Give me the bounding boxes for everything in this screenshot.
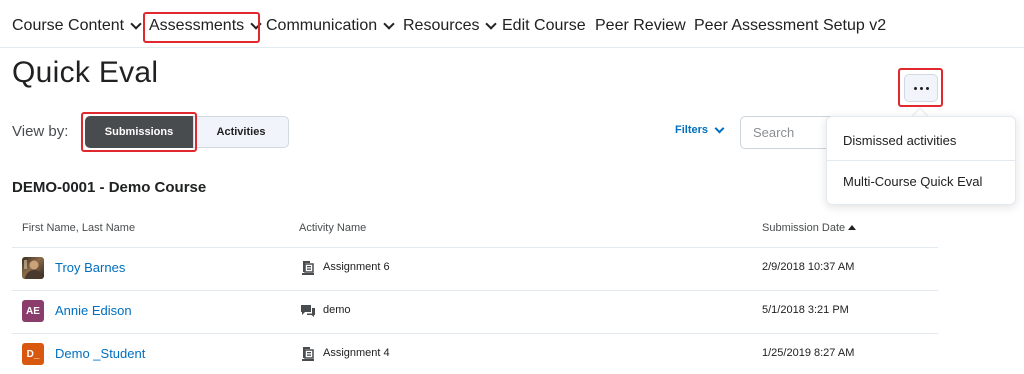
search-input[interactable] <box>740 116 840 149</box>
column-header-label: Submission Date <box>762 222 846 234</box>
submissions-highlight <box>81 112 197 152</box>
filters-button[interactable]: Filters <box>675 123 725 136</box>
avatar: AE <box>22 300 44 322</box>
chevron-down-icon <box>714 123 725 133</box>
activity-name: Assignment 6 <box>323 261 390 273</box>
nav-edit-course[interactable]: Edit Course <box>502 14 586 38</box>
view-by-label: View by: <box>12 123 69 140</box>
chevron-down-icon <box>130 18 142 30</box>
avatar-initials: AE <box>26 305 40 317</box>
column-header-name[interactable]: First Name, Last Name <box>22 222 135 234</box>
avatar-initials: D_ <box>26 348 40 360</box>
table-row: D_ Demo _Student Assignment 4 1/25/2019 … <box>12 333 938 374</box>
nav-label: Peer Review <box>595 17 686 34</box>
nav-label: Resources <box>403 17 480 34</box>
submission-date: 2/9/2018 10:37 AM <box>762 261 855 273</box>
filters-label: Filters <box>675 124 709 136</box>
assessments-highlight <box>143 12 260 43</box>
page-title: Quick Eval <box>12 56 159 89</box>
activity-name: demo <box>323 304 351 316</box>
table-row: Troy Barnes Assignment 6 2/9/2018 10:37 … <box>12 247 938 290</box>
chevron-down-icon <box>485 18 498 30</box>
column-header-submission-date[interactable]: Submission Date <box>762 222 857 234</box>
assignment-icon <box>302 347 314 361</box>
more-button-highlight <box>898 68 943 107</box>
submission-date: 1/25/2019 8:27 AM <box>762 347 855 359</box>
sort-ascending-icon <box>848 225 857 230</box>
nav-label: Edit Course <box>502 17 586 34</box>
student-name-link[interactable]: Troy Barnes <box>55 260 125 275</box>
chevron-down-icon <box>383 18 395 30</box>
discussion-icon <box>301 305 315 317</box>
course-heading: DEMO-0001 - Demo Course <box>12 179 207 196</box>
nav-resources[interactable]: Resources <box>403 14 498 38</box>
nav-peer-review[interactable]: Peer Review <box>595 14 686 38</box>
student-name-link[interactable]: Annie Edison <box>55 303 132 318</box>
student-name-link[interactable]: Demo _Student <box>55 346 145 361</box>
nav-label: Communication <box>266 17 378 34</box>
column-header-activity[interactable]: Activity Name <box>299 222 366 234</box>
profile-photo <box>24 260 43 279</box>
more-actions-menu: Dismissed activities Multi-Course Quick … <box>826 116 1016 205</box>
avatar: D_ <box>22 343 44 365</box>
avatar <box>22 257 44 279</box>
nav-label: Course Content <box>12 17 125 34</box>
assignment-icon <box>302 261 314 275</box>
nav-communication[interactable]: Communication <box>266 14 395 38</box>
nav-label: Peer Assessment Setup v2 <box>694 17 887 34</box>
table-row: AE Annie Edison demo 5/1/2018 3:21 PM <box>12 290 938 333</box>
nav-course-content[interactable]: Course Content <box>12 14 142 38</box>
view-activities-button[interactable]: Activities <box>193 116 289 148</box>
activity-name: Assignment 4 <box>323 347 390 359</box>
menu-item-multi-course-quick-eval[interactable]: Multi-Course Quick Eval <box>827 161 1015 201</box>
submission-date: 5/1/2018 3:21 PM <box>762 304 849 316</box>
nav-peer-assessment-setup[interactable]: Peer Assessment Setup v2 <box>694 14 886 38</box>
menu-item-dismissed-activities[interactable]: Dismissed activities <box>827 121 1015 161</box>
